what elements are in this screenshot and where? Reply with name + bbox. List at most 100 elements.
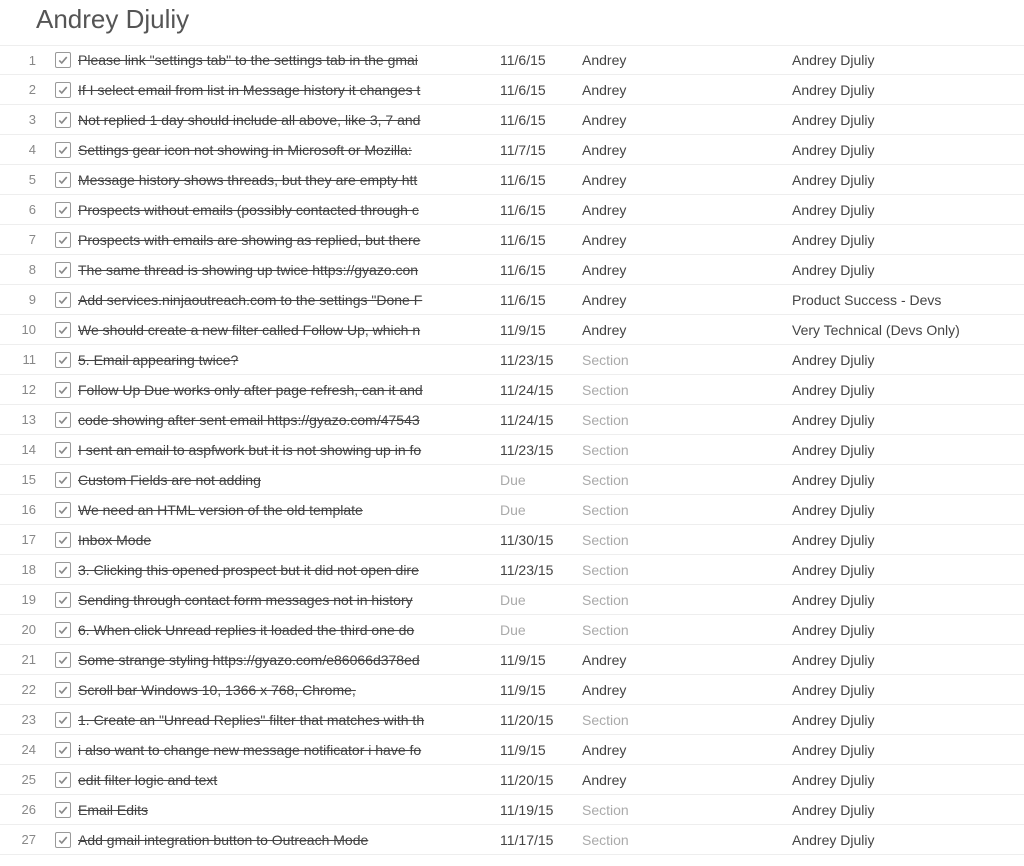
task-title[interactable]: If I select email from list in Message h… (78, 82, 500, 98)
task-checkbox[interactable] (55, 142, 71, 158)
table-row[interactable]: 15Custom Fields are not addingDueSection… (0, 465, 1024, 495)
task-checkbox[interactable] (55, 442, 71, 458)
task-title[interactable]: i also want to change new message notifi… (78, 742, 500, 758)
table-row[interactable]: 21Some strange styling https://gyazo.com… (0, 645, 1024, 675)
task-checkbox[interactable] (55, 502, 71, 518)
task-assignee[interactable]: Andrey Djuliy (792, 502, 1024, 518)
task-title[interactable]: 1. Create an "Unread Replies" filter tha… (78, 712, 500, 728)
task-assignee[interactable]: Andrey Djuliy (792, 52, 1024, 68)
task-owner[interactable]: Section (582, 592, 792, 608)
task-title[interactable]: I sent an email to aspfwork but it is no… (78, 442, 500, 458)
task-title[interactable]: 3. Clicking this opened prospect but it … (78, 562, 500, 578)
table-row[interactable]: 9Add services.ninjaoutreach.com to the s… (0, 285, 1024, 315)
task-owner[interactable]: Section (582, 352, 792, 368)
task-date[interactable]: 11/23/15 (500, 352, 582, 368)
table-row[interactable]: 16We need an HTML version of the old tem… (0, 495, 1024, 525)
table-row[interactable]: 6Prospects without emails (possibly cont… (0, 195, 1024, 225)
table-row[interactable]: 5Message history shows threads, but they… (0, 165, 1024, 195)
task-checkbox[interactable] (55, 682, 71, 698)
task-checkbox[interactable] (55, 742, 71, 758)
table-row[interactable]: 22Scroll bar Windows 10, 1366 x 768, Chr… (0, 675, 1024, 705)
task-assignee[interactable]: Andrey Djuliy (792, 652, 1024, 668)
table-row[interactable]: 2If I select email from list in Message … (0, 75, 1024, 105)
task-date[interactable]: Due (500, 622, 582, 638)
table-row[interactable]: 1Please link "settings tab" to the setti… (0, 45, 1024, 75)
task-date[interactable]: 11/9/15 (500, 652, 582, 668)
task-date[interactable]: 11/24/15 (500, 382, 582, 398)
task-assignee[interactable]: Andrey Djuliy (792, 172, 1024, 188)
task-title[interactable]: Scroll bar Windows 10, 1366 x 768, Chrom… (78, 682, 500, 698)
task-assignee[interactable]: Andrey Djuliy (792, 112, 1024, 128)
task-assignee[interactable]: Andrey Djuliy (792, 82, 1024, 98)
task-title[interactable]: Prospects with emails are showing as rep… (78, 232, 500, 248)
task-owner[interactable]: Section (582, 502, 792, 518)
task-owner[interactable]: Section (582, 382, 792, 398)
task-title[interactable]: code showing after sent email https://gy… (78, 412, 500, 428)
task-date[interactable]: 11/23/15 (500, 442, 582, 458)
task-checkbox[interactable] (55, 772, 71, 788)
task-date[interactable]: 11/9/15 (500, 322, 582, 338)
task-assignee[interactable]: Andrey Djuliy (792, 772, 1024, 788)
task-date[interactable]: 11/6/15 (500, 292, 582, 308)
task-title[interactable]: Follow Up Due works only after page refr… (78, 382, 500, 398)
task-title[interactable]: We need an HTML version of the old templ… (78, 502, 500, 518)
task-title[interactable]: edit filter logic and text (78, 772, 500, 788)
task-date[interactable]: Due (500, 472, 582, 488)
table-row[interactable]: 12Follow Up Due works only after page re… (0, 375, 1024, 405)
task-assignee[interactable]: Product Success - Devs (792, 292, 1024, 308)
task-checkbox[interactable] (55, 82, 71, 98)
task-title[interactable]: Not replied 1 day should include all abo… (78, 112, 500, 128)
task-date[interactable]: 11/9/15 (500, 742, 582, 758)
task-assignee[interactable]: Andrey Djuliy (792, 442, 1024, 458)
task-title[interactable]: Prospects without emails (possibly conta… (78, 202, 500, 218)
task-assignee[interactable]: Andrey Djuliy (792, 592, 1024, 608)
task-checkbox[interactable] (55, 592, 71, 608)
task-checkbox[interactable] (55, 322, 71, 338)
task-owner[interactable]: Section (582, 622, 792, 638)
task-owner[interactable]: Section (582, 832, 792, 848)
task-checkbox[interactable] (55, 832, 71, 848)
task-date[interactable]: 11/6/15 (500, 232, 582, 248)
task-checkbox[interactable] (55, 352, 71, 368)
task-owner[interactable]: Andrey (582, 52, 792, 68)
task-owner[interactable]: Andrey (582, 262, 792, 278)
task-title[interactable]: Email Edits (78, 802, 500, 818)
task-title[interactable]: The same thread is showing up twice http… (78, 262, 500, 278)
task-assignee[interactable]: Andrey Djuliy (792, 712, 1024, 728)
task-checkbox[interactable] (55, 232, 71, 248)
table-row[interactable]: 10We should create a new filter called F… (0, 315, 1024, 345)
task-date[interactable]: 11/20/15 (500, 772, 582, 788)
task-title[interactable]: Custom Fields are not adding (78, 472, 500, 488)
table-row[interactable]: 13code showing after sent email https://… (0, 405, 1024, 435)
task-owner[interactable]: Section (582, 562, 792, 578)
task-assignee[interactable]: Andrey Djuliy (792, 622, 1024, 638)
task-date[interactable]: Due (500, 502, 582, 518)
task-title[interactable]: Inbox Mode (78, 532, 500, 548)
task-owner[interactable]: Section (582, 472, 792, 488)
task-owner[interactable]: Andrey (582, 772, 792, 788)
task-checkbox[interactable] (55, 562, 71, 578)
task-checkbox[interactable] (55, 172, 71, 188)
table-row[interactable]: 4Settings gear icon not showing in Micro… (0, 135, 1024, 165)
task-assignee[interactable]: Andrey Djuliy (792, 832, 1024, 848)
task-title[interactable]: Add services.ninjaoutreach.com to the se… (78, 292, 500, 308)
task-assignee[interactable]: Andrey Djuliy (792, 142, 1024, 158)
task-date[interactable]: 11/6/15 (500, 52, 582, 68)
table-row[interactable]: 14I sent an email to aspfwork but it is … (0, 435, 1024, 465)
task-title[interactable]: Add gmail integration button to Outreach… (78, 832, 500, 848)
task-title[interactable]: Settings gear icon not showing in Micros… (78, 142, 500, 158)
task-date[interactable]: 11/6/15 (500, 112, 582, 128)
task-checkbox[interactable] (55, 112, 71, 128)
task-date[interactable]: 11/19/15 (500, 802, 582, 818)
task-date[interactable]: 11/23/15 (500, 562, 582, 578)
task-checkbox[interactable] (55, 712, 71, 728)
task-assignee[interactable]: Andrey Djuliy (792, 412, 1024, 428)
task-checkbox[interactable] (55, 412, 71, 428)
task-date[interactable]: 11/20/15 (500, 712, 582, 728)
task-checkbox[interactable] (55, 262, 71, 278)
task-owner[interactable]: Andrey (582, 292, 792, 308)
task-owner[interactable]: Section (582, 802, 792, 818)
task-checkbox[interactable] (55, 532, 71, 548)
task-owner[interactable]: Section (582, 712, 792, 728)
task-checkbox[interactable] (55, 622, 71, 638)
